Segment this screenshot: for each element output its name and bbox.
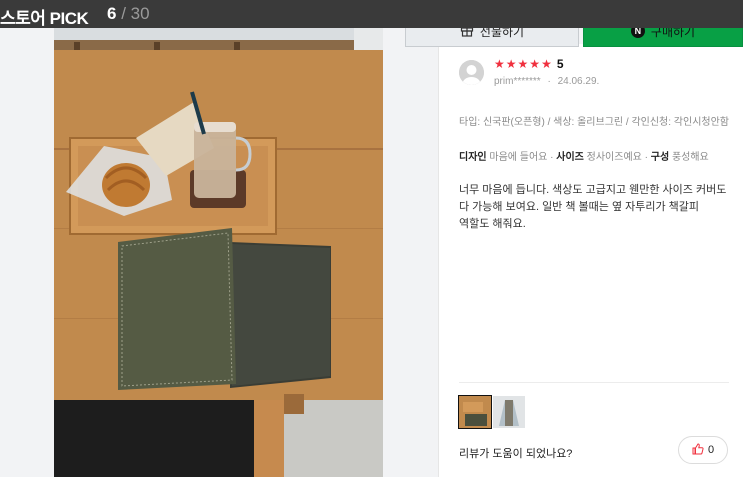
review-viewer: 스토어 PICK 6 / 30 선물하기 N 구매하기 ★ ★ ★ ★ ★ 5 … xyxy=(0,0,743,477)
review-panel: ★ ★ ★ ★ ★ 5 prim******* · 24.06.29. 타입: … xyxy=(438,44,743,477)
meta-dot: · xyxy=(547,76,551,87)
feature-key: 디자인 xyxy=(459,152,487,163)
default-avatar-icon xyxy=(459,60,484,85)
thumbnail[interactable] xyxy=(493,396,525,428)
star-icon: ★ xyxy=(517,57,529,71)
divider xyxy=(459,382,729,383)
photo-counter: 6 / 30 xyxy=(107,4,150,24)
helpful-like-button[interactable]: 0 xyxy=(678,436,728,464)
photo-thumbnails xyxy=(458,395,525,429)
star-icon: ★ xyxy=(505,57,517,71)
feature-key: 구성 xyxy=(650,152,670,163)
review-date: 24.06.29. xyxy=(557,76,600,87)
helpful-question: 리뷰가 도움이 되었나요? xyxy=(459,448,573,460)
feature-summary: 디자인 마음에 들어요 · 사이즈 정사이즈예요 · 구성 풍성해요 xyxy=(459,148,709,163)
feature-value: 풍성해요 xyxy=(671,152,709,163)
total-count: 30 xyxy=(130,4,150,23)
feature-key: 사이즈 xyxy=(556,152,584,163)
star-rating: ★ ★ ★ ★ ★ 5 xyxy=(494,57,564,71)
viewer-header: 스토어 PICK 6 / 30 xyxy=(0,0,743,28)
feature-value: 마음에 들어요 xyxy=(489,152,548,163)
star-icon: ★ xyxy=(541,57,552,71)
review-photo-image xyxy=(54,28,383,477)
feature-value: 정사이즈예요 xyxy=(586,152,642,163)
star-icon: ★ xyxy=(494,57,505,71)
review-text: 너무 마음에 듭니다. 색상도 고급지고 웬만한 사이즈 커버도 다 가능해 보… xyxy=(459,184,727,230)
rating-score: 5 xyxy=(556,57,564,71)
thumbnail-selected[interactable] xyxy=(458,395,492,429)
like-count: 0 xyxy=(707,444,715,456)
star-icon: ★ xyxy=(529,57,541,71)
current-index: 6 xyxy=(107,4,117,23)
purchase-options: 타입: 신국판(오픈형) / 색상: 올리브그린 / 각인신청: 각인시청안함 xyxy=(459,117,729,128)
review-meta: prim******* · 24.06.29. xyxy=(494,76,599,87)
counter-separator: / xyxy=(121,4,126,23)
review-photo xyxy=(54,28,383,477)
reviewer-id: prim******* xyxy=(494,76,541,87)
thumbs-up-icon xyxy=(692,442,704,458)
store-pick-title: 스토어 PICK xyxy=(0,9,89,28)
